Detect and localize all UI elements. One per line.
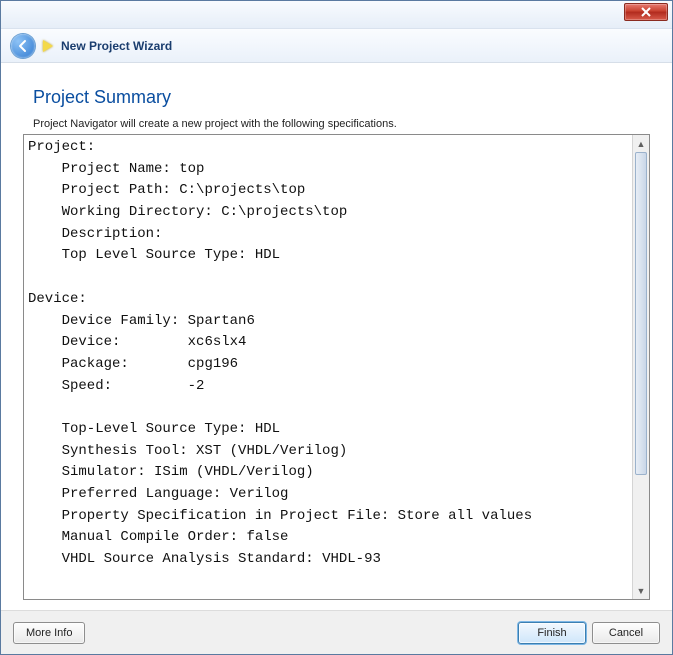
device-header: Device: — [28, 291, 87, 307]
titlebar — [1, 1, 672, 29]
device-family-value: Spartan6 — [188, 313, 255, 329]
top-src-type-value: HDL — [255, 247, 280, 263]
scroll-up-arrow-icon[interactable]: ▲ — [633, 135, 649, 152]
project-name-label: Project Name: — [28, 161, 179, 177]
vhdl-label: VHDL Source Analysis Standard: — [28, 551, 322, 567]
close-button[interactable] — [624, 3, 668, 21]
working-dir-label: Working Directory: — [28, 204, 221, 220]
working-dir-value: C:\projects\top — [221, 204, 347, 220]
synth-label: Synthesis Tool: — [28, 443, 196, 459]
synth-value: XST (VHDL/Verilog) — [196, 443, 347, 459]
package-label: Package: — [28, 356, 188, 372]
summary-text: Project: Project Name: top Project Path:… — [24, 135, 632, 599]
lang-value: Verilog — [230, 486, 289, 502]
device-family-label: Device Family: — [28, 313, 188, 329]
vhdl-value: VHDL-93 — [322, 551, 381, 567]
summary-box: Project: Project Name: top Project Path:… — [23, 134, 650, 600]
project-path-label: Project Path: — [28, 182, 179, 198]
cancel-button[interactable]: Cancel — [592, 622, 660, 644]
device-value: xc6slx4 — [188, 334, 247, 350]
page-subtitle: Project Navigator will create a new proj… — [33, 118, 650, 130]
top-src-type-label: Top Level Source Type: — [28, 247, 255, 263]
toplevel-label: Top-Level Source Type: — [28, 421, 255, 437]
content-area: Project Summary Project Navigator will c… — [1, 63, 672, 610]
propspec-value: Store all values — [398, 508, 532, 524]
scroll-thumb[interactable] — [635, 152, 647, 475]
description-label: Description: — [28, 226, 171, 242]
wizard-icon — [43, 40, 53, 52]
device-label: Device: — [28, 334, 188, 350]
manual-value: false — [246, 529, 288, 545]
package-value: cpg196 — [188, 356, 238, 372]
project-name-value: top — [179, 161, 204, 177]
header-bar: New Project Wizard — [1, 29, 672, 63]
manual-label: Manual Compile Order: — [28, 529, 246, 545]
speed-value: -2 — [188, 378, 205, 394]
propspec-label: Property Specification in Project File: — [28, 508, 398, 524]
finish-button[interactable]: Finish — [518, 622, 586, 644]
footer-bar: More Info Finish Cancel — [1, 610, 672, 654]
close-icon — [641, 7, 651, 17]
lang-label: Preferred Language: — [28, 486, 230, 502]
toplevel-value: HDL — [255, 421, 280, 437]
scrollbar[interactable]: ▲ ▼ — [632, 135, 649, 599]
header-title: New Project Wizard — [61, 39, 172, 53]
speed-label: Speed: — [28, 378, 188, 394]
back-arrow-icon — [16, 39, 30, 53]
page-title: Project Summary — [33, 87, 650, 108]
more-info-button[interactable]: More Info — [13, 622, 85, 644]
project-path-value: C:\projects\top — [179, 182, 305, 198]
scroll-track[interactable] — [633, 152, 649, 582]
scroll-down-arrow-icon[interactable]: ▼ — [633, 582, 649, 599]
sim-label: Simulator: — [28, 464, 154, 480]
sim-value: ISim (VHDL/Verilog) — [154, 464, 314, 480]
back-button[interactable] — [11, 34, 35, 58]
wizard-window: New Project Wizard Project Summary Proje… — [0, 0, 673, 655]
project-header: Project: — [28, 139, 95, 155]
